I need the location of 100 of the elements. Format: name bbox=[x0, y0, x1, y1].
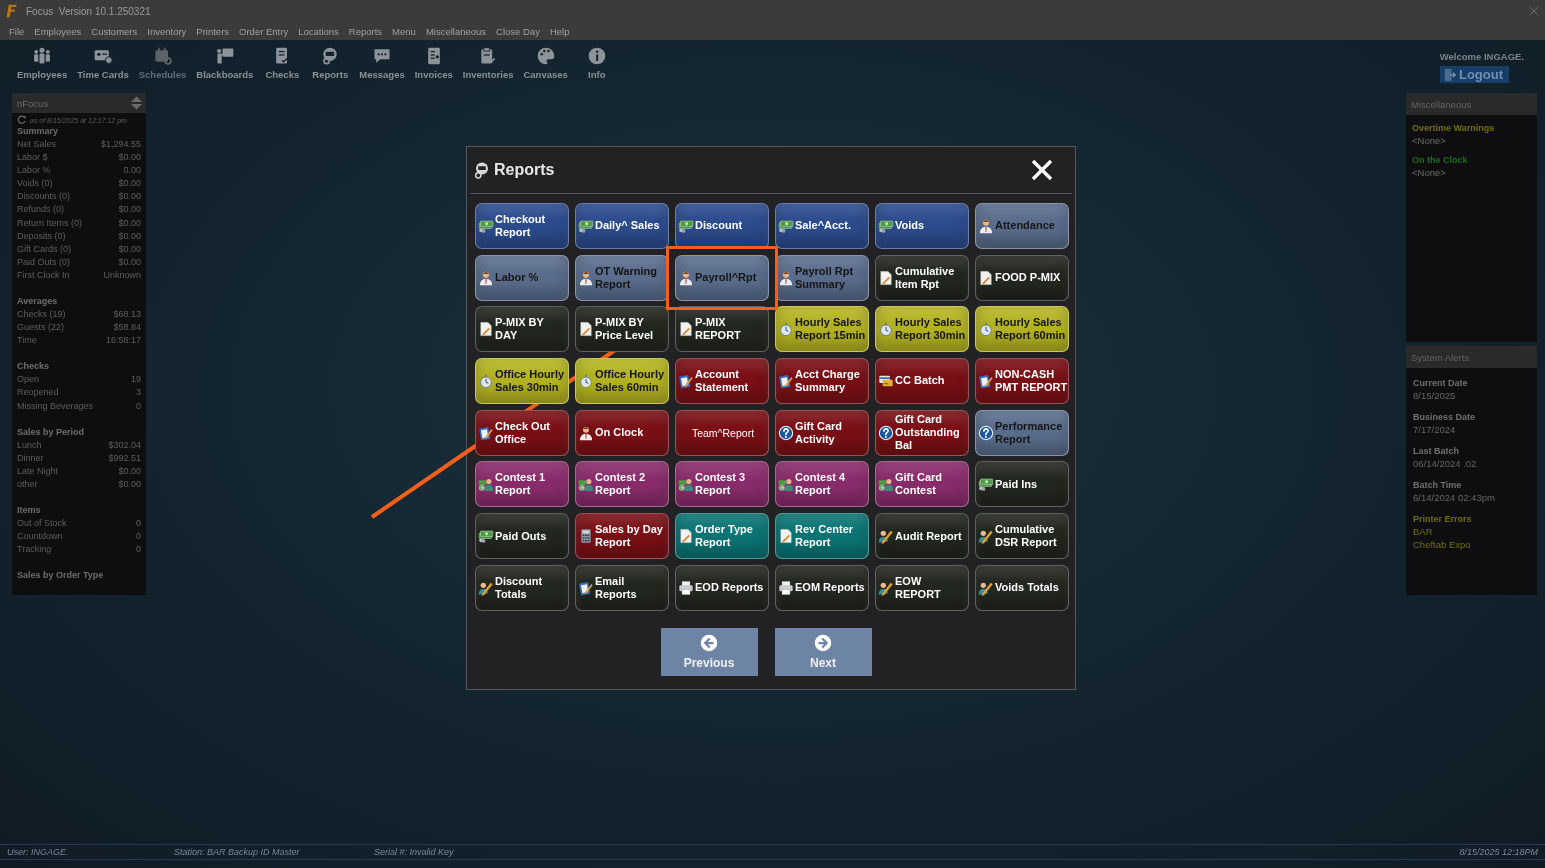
stat-value: $0.00 bbox=[118, 177, 141, 191]
report-button[interactable]: Contest 4 Report bbox=[775, 461, 869, 508]
printer-icon bbox=[678, 579, 694, 596]
app-logo bbox=[6, 4, 18, 18]
person-icon bbox=[778, 269, 794, 286]
stat-value: $0.00 bbox=[118, 203, 141, 217]
close-icon bbox=[1030, 158, 1054, 182]
toolbar-button[interactable]: Canvases bbox=[518, 46, 573, 80]
menu-item[interactable]: Inventory bbox=[142, 25, 192, 37]
report-button[interactable]: Gift Card Contest bbox=[875, 461, 969, 508]
report-button[interactable]: NON-CASH PMT REPORT bbox=[975, 358, 1069, 405]
report-button[interactable]: Acct Charge Summary bbox=[775, 358, 869, 405]
report-button[interactable]: Daily^ Sales bbox=[575, 203, 669, 249]
report-button[interactable]: On Clock bbox=[575, 409, 669, 456]
report-button[interactable]: Office Hourly Sales 30min bbox=[475, 358, 569, 405]
report-button[interactable]: FOOD P-MIX bbox=[975, 254, 1069, 301]
stat-label: Open bbox=[17, 373, 40, 387]
stat-value: $0.00 bbox=[118, 216, 141, 230]
report-button[interactable]: Account Statement bbox=[675, 358, 769, 405]
toolbar-button[interactable]: Invoices bbox=[409, 46, 458, 80]
toolbar-button[interactable]: Checks bbox=[258, 46, 307, 80]
stat-label: Paid Outs (0) bbox=[17, 255, 71, 269]
stat-label: Labor $ bbox=[17, 151, 48, 165]
toolbar-button[interactable]: Info bbox=[572, 46, 621, 80]
toolbar-button[interactable]: Employees bbox=[12, 46, 73, 80]
report-button[interactable]: OT Warning Report bbox=[575, 254, 669, 301]
people-icon bbox=[478, 476, 494, 493]
document-icon bbox=[578, 321, 594, 338]
report-button[interactable]: EOD Reports bbox=[675, 564, 769, 611]
report-button[interactable]: Voids bbox=[875, 203, 969, 249]
toolbar-button[interactable]: Reports bbox=[306, 46, 355, 80]
report-button[interactable]: Contest 1 Report bbox=[475, 461, 569, 508]
report-button[interactable]: Voids Totals bbox=[975, 564, 1069, 611]
menu-item[interactable]: Reports bbox=[343, 25, 388, 37]
panel-title: Miscellaneous bbox=[1406, 93, 1537, 115]
printer-icon bbox=[778, 579, 794, 596]
alert-title: On the Clock bbox=[1412, 154, 1468, 166]
report-button[interactable]: Contest 2 Report bbox=[575, 461, 669, 508]
report-button[interactable]: Sales by Day Report bbox=[575, 513, 669, 560]
stat-label: Gift Cards (0) bbox=[17, 242, 71, 256]
stat-label: Net Sales bbox=[17, 138, 57, 151]
money-icon bbox=[478, 528, 494, 545]
toolbar-button[interactable]: Time Cards bbox=[72, 46, 134, 80]
section-title: Summary bbox=[17, 125, 60, 138]
report-button[interactable]: Discount bbox=[675, 203, 769, 249]
menu-item[interactable]: Help bbox=[544, 25, 575, 37]
report-button[interactable]: Checkout Report bbox=[475, 203, 569, 249]
menu-item[interactable]: File bbox=[4, 25, 30, 37]
report-button[interactable]: Check Out Office bbox=[475, 409, 569, 456]
document-icon bbox=[678, 321, 694, 338]
report-button[interactable]: Paid Ins bbox=[975, 461, 1069, 508]
report-button[interactable]: Order Type Report bbox=[675, 513, 769, 560]
report-button[interactable]: Office Hourly Sales 60min bbox=[575, 358, 669, 405]
stopwatch-icon bbox=[978, 321, 994, 338]
menu-item[interactable]: Employees bbox=[29, 25, 87, 37]
toolbar-button[interactable]: Blackboards bbox=[191, 46, 259, 80]
report-button[interactable]: Email Reports bbox=[575, 564, 669, 611]
menu-item[interactable]: Order Entry bbox=[234, 25, 294, 37]
alert-value: 6/14/2024 02:43pm bbox=[1413, 491, 1495, 504]
report-button[interactable]: Hourly Sales Report 15min bbox=[775, 306, 869, 353]
report-button[interactable]: Cumulative DSR Report bbox=[975, 513, 1069, 560]
menu-item[interactable]: Close Day bbox=[491, 25, 545, 37]
person-icon bbox=[978, 218, 994, 234]
alert-value: BAR bbox=[1413, 525, 1433, 538]
report-button[interactable]: EOM Reports bbox=[775, 564, 869, 611]
report-button[interactable]: Gift Card Activity bbox=[775, 409, 869, 456]
alert-value: 8/15/2025 bbox=[1413, 389, 1456, 402]
menu-item[interactable]: Menu bbox=[387, 25, 421, 37]
stat-label: Tracking bbox=[17, 543, 52, 557]
stat-value: 0.00 bbox=[123, 164, 141, 178]
menu-item[interactable]: Printers bbox=[191, 25, 235, 37]
report-button[interactable]: Paid Outs bbox=[475, 513, 569, 560]
report-button[interactable]: Sale^Acct. bbox=[775, 203, 869, 249]
report-button[interactable]: Contest 3 Report bbox=[675, 461, 769, 508]
stat-label: Deposits (0) bbox=[17, 229, 66, 243]
report-button[interactable]: Audit Report bbox=[875, 513, 969, 560]
stat-label: Checks (19) bbox=[17, 308, 66, 322]
report-button[interactable]: Rev Center Report bbox=[775, 513, 869, 560]
report-button[interactable]: EOW REPORT bbox=[875, 564, 969, 611]
clipboard-icon bbox=[978, 373, 994, 390]
report-button[interactable]: CC Batch bbox=[875, 358, 969, 405]
menu-item[interactable]: Customers bbox=[86, 25, 143, 37]
report-button[interactable]: Discount Totals bbox=[475, 564, 569, 611]
menu-item[interactable]: Locations bbox=[293, 25, 344, 37]
report-button[interactable]: Team^Report bbox=[675, 409, 769, 456]
report-button[interactable]: Hourly Sales Report 60min bbox=[975, 306, 1069, 353]
menu-item[interactable]: Miscellaneous bbox=[420, 25, 492, 37]
stat-value: $0.00 bbox=[118, 190, 141, 204]
toolbar-button[interactable]: Messages bbox=[354, 46, 410, 80]
calculator-icon bbox=[578, 528, 594, 545]
help-icon bbox=[978, 424, 994, 441]
report-button[interactable]: P-MIX REPORT bbox=[675, 306, 769, 353]
report-button[interactable]: P-MIX BY Price Level bbox=[575, 306, 669, 353]
toolbar-button[interactable]: Inventories bbox=[457, 46, 519, 80]
report-button[interactable]: P-MIX BY DAY bbox=[475, 306, 569, 353]
alert-title: Overtime Warnings bbox=[1412, 122, 1495, 134]
report-button[interactable]: Gift Card Outstanding Bal bbox=[875, 409, 969, 456]
document-icon bbox=[678, 528, 694, 545]
report-button[interactable]: Cumulative Item Rpt bbox=[875, 254, 969, 301]
report-button[interactable]: Hourly Sales Report 30min bbox=[875, 306, 969, 353]
